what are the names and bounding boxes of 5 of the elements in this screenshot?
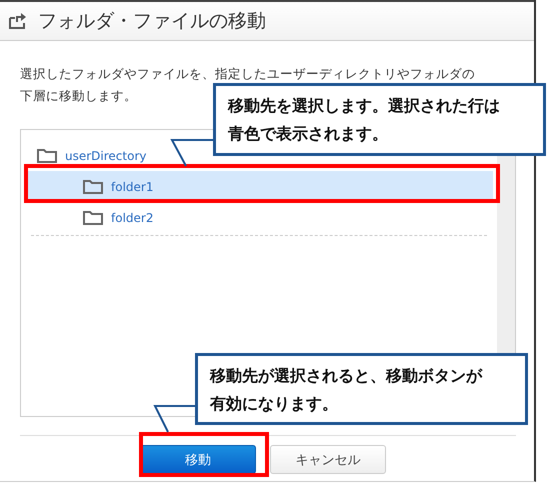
description-text: 選択したフォルダやファイルを、指定したユーザーディレクトリやフォルダの — [20, 65, 475, 83]
callout-tooltip: 移動先を選択します。選択された行は青色で表示されます。 — [213, 83, 546, 156]
description-text: 下層に移動します。 — [20, 87, 137, 105]
callout-tooltip: 移動先が選択されると、移動ボタンが有効になります。 — [195, 353, 528, 425]
window-title: フォルダ・ファイルの移動 — [38, 9, 266, 34]
